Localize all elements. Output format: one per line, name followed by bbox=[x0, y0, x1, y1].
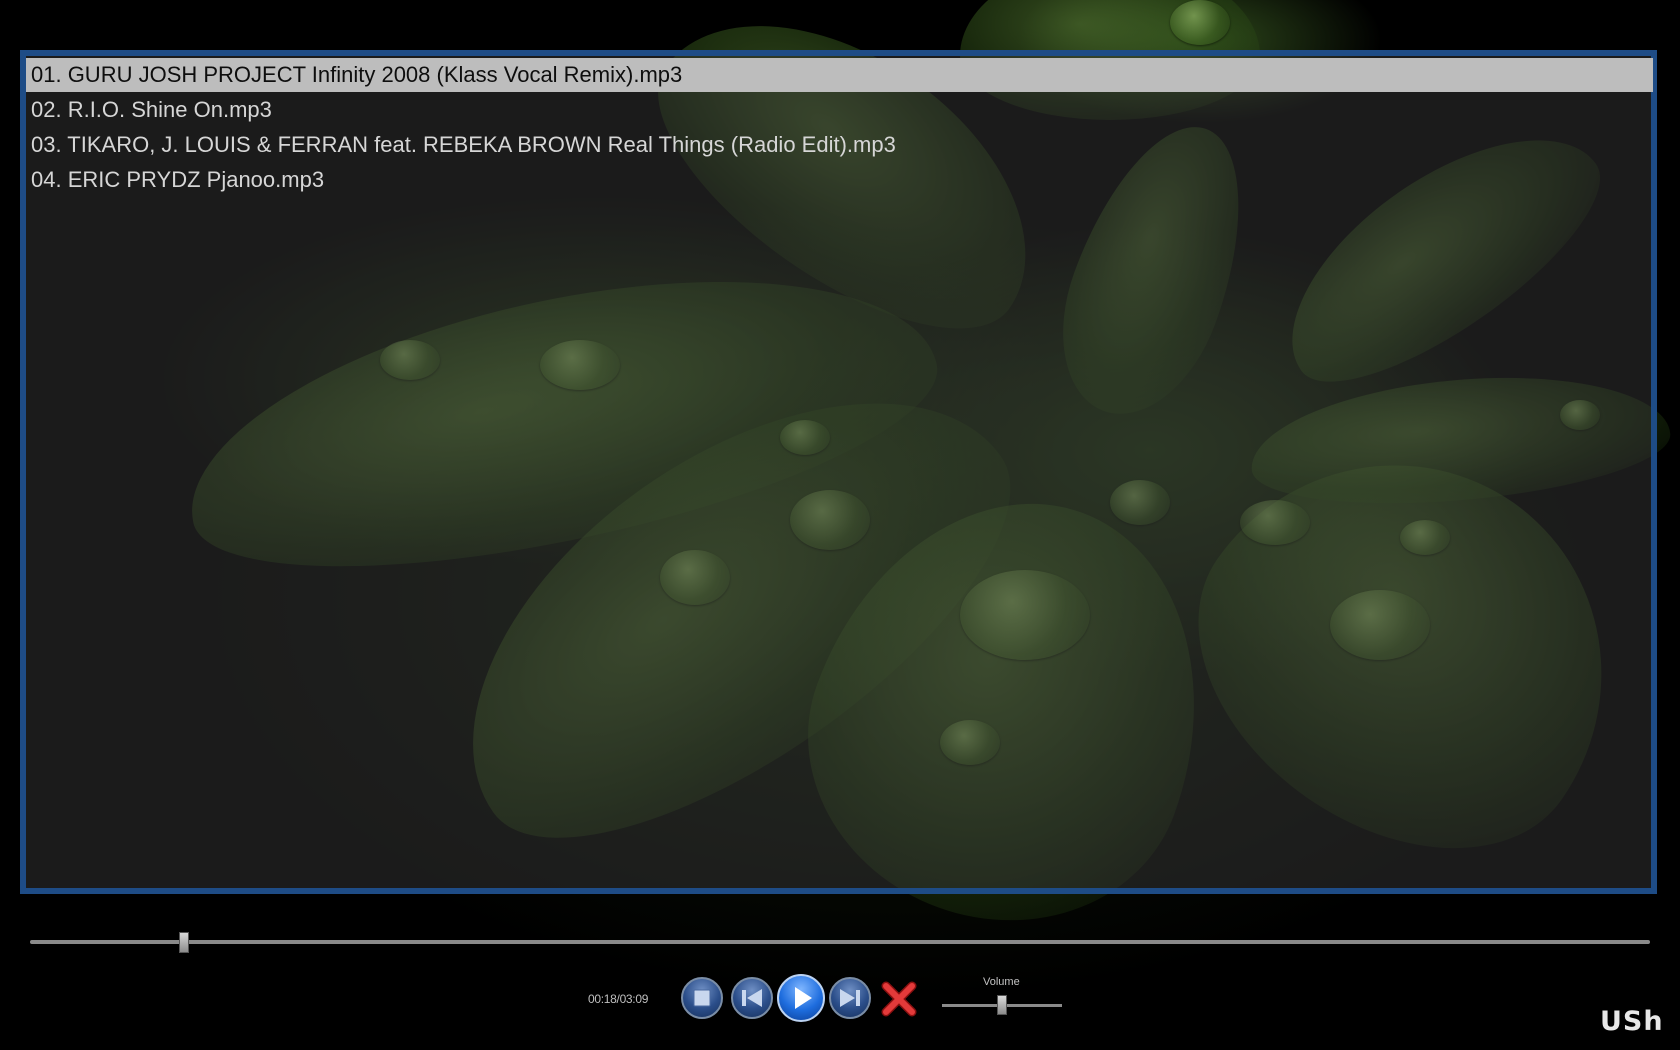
play-icon bbox=[795, 987, 812, 1009]
playlist-track[interactable]: 01. GURU JOSH PROJECT Infinity 2008 (Kla… bbox=[26, 58, 1653, 92]
brand-logo: USh bbox=[1600, 1006, 1664, 1037]
stop-icon bbox=[693, 989, 711, 1007]
previous-button[interactable] bbox=[731, 977, 773, 1019]
playlist-panel[interactable]: 01. GURU JOSH PROJECT Infinity 2008 (Kla… bbox=[20, 50, 1657, 894]
player-window: 01. GURU JOSH PROJECT Infinity 2008 (Kla… bbox=[0, 0, 1680, 1050]
playlist-track[interactable]: 03. TIKARO, J. LOUIS & FERRAN feat. REBE… bbox=[26, 128, 1653, 162]
time-display: 00:18/03:09 bbox=[588, 992, 649, 1006]
play-button[interactable] bbox=[777, 974, 825, 1022]
next-icon bbox=[840, 989, 860, 1007]
playlist-track[interactable]: 02. R.I.O. Shine On.mp3 bbox=[26, 93, 1653, 127]
volume-thumb[interactable] bbox=[997, 995, 1007, 1015]
stop-button[interactable] bbox=[681, 977, 723, 1019]
close-icon bbox=[881, 981, 917, 1017]
close-button[interactable] bbox=[878, 978, 920, 1020]
seek-thumb[interactable] bbox=[178, 932, 189, 953]
playlist-track[interactable]: 04. ERIC PRYDZ Pjanoo.mp3 bbox=[26, 163, 1653, 197]
next-button[interactable] bbox=[829, 977, 871, 1019]
volume-label: Volume bbox=[983, 976, 1020, 988]
seek-bar[interactable] bbox=[30, 940, 1650, 944]
previous-icon bbox=[742, 989, 762, 1007]
